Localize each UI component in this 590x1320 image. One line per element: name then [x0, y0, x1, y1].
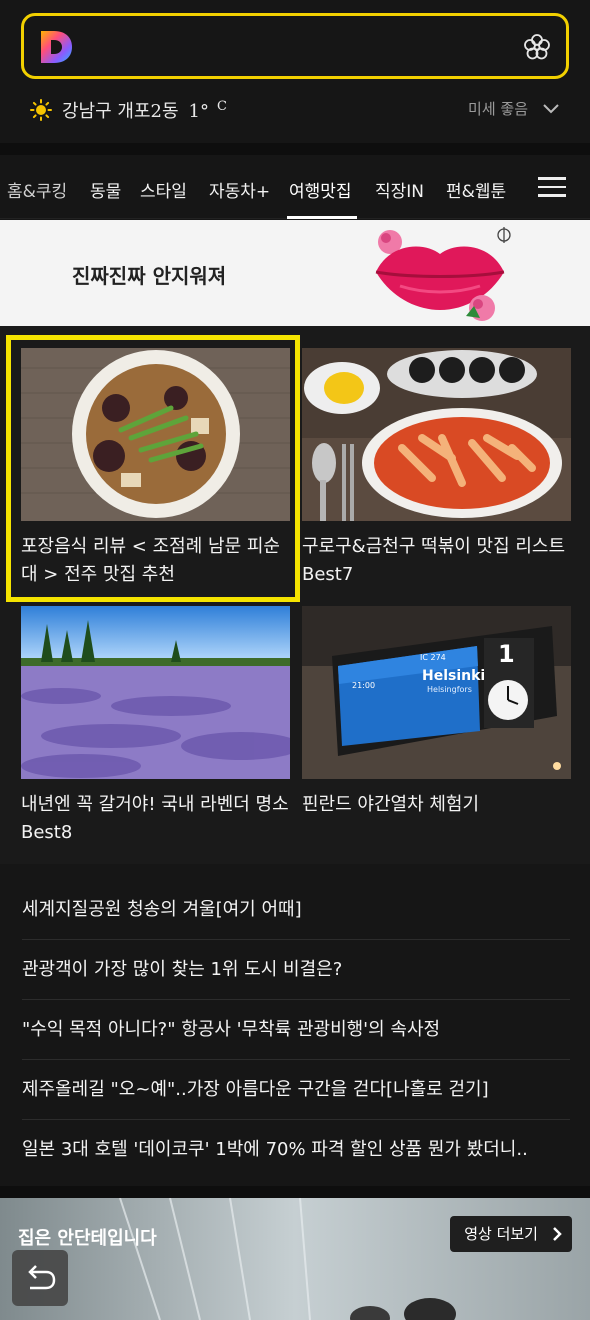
train-number: IC 274: [420, 653, 446, 662]
lips-ad-image: [375, 230, 505, 321]
tab-travel-food[interactable]: 여행맛집: [289, 177, 352, 202]
list-item[interactable]: 세계지질공원 청송의 겨울[여기 어때]: [22, 880, 570, 940]
flower-icon[interactable]: [522, 32, 552, 62]
dust-label: 미세 좋음: [468, 100, 528, 118]
article-title[interactable]: 핀란드 야간열차 체험기: [302, 791, 571, 819]
divider: [0, 143, 590, 155]
tab-home-cooking[interactable]: 홈&쿠킹: [7, 177, 67, 202]
train-time: 21:00: [352, 681, 375, 690]
undo-arrow-icon: [28, 1265, 56, 1290]
list-item[interactable]: 일본 3대 호텔 '데이코쿠' 1박에 70% 파격 할인 상품 뭔가 봤더니.…: [22, 1120, 570, 1180]
tab-cars[interactable]: 자동차+: [209, 177, 270, 202]
train-track: 1: [498, 640, 515, 668]
article-card[interactable]: 내년엔 꼭 갈거야! 국내 라벤더 명소 Best8: [21, 606, 290, 847]
back-button[interactable]: [12, 1250, 68, 1306]
sun-icon: [30, 99, 52, 121]
more-videos-label: 영상 더보기: [464, 1225, 538, 1243]
list-item[interactable]: "수익 목적 아니다?" 항공사 '무착륙 관광비행'의 속사정: [22, 1000, 570, 1060]
divider: [0, 1186, 590, 1198]
tab-webtoon[interactable]: 편&웹툰: [446, 177, 506, 202]
train-destination: Helsinki: [422, 668, 485, 684]
dust-status[interactable]: 미세 좋음: [468, 98, 560, 119]
more-videos-button[interactable]: 영상 더보기: [450, 1216, 572, 1252]
video-title: 집은 안단테입니다: [18, 1228, 157, 1249]
tab-style[interactable]: 스타일: [140, 177, 187, 202]
tab-work[interactable]: 직장IN: [375, 177, 424, 202]
location-text: 강남구 개포2동: [62, 101, 179, 122]
ad-banner[interactable]: 진짜진짜 안지워져: [0, 220, 590, 326]
article-list: 세계지질공원 청송의 겨울[여기 어때] 관광객이 가장 많이 찾는 1위 도시…: [0, 880, 590, 1185]
list-item[interactable]: 관광객이 가장 많이 찾는 1위 도시 비결은?: [22, 940, 570, 1000]
daum-logo-icon[interactable]: [38, 29, 74, 65]
temperature-text: 1° C: [188, 98, 227, 122]
temperature-unit: C: [217, 98, 227, 114]
search-bar[interactable]: [21, 13, 569, 79]
train-departure-board-image: IC 274 Helsinki Helsingfors 21:00 1: [302, 606, 571, 779]
category-tabs: 홈&쿠킹 동물 스타일 자동차+ 여행맛집 직장IN 편&웹툰: [0, 155, 590, 219]
brand-logo-icon: [497, 227, 511, 243]
article-card[interactable]: IC 274 Helsinki Helsingfors 21:00 1 핀란드 …: [302, 606, 571, 819]
video-section[interactable]: 집은 안단테입니다 영상 더보기: [0, 1198, 590, 1320]
chevron-right-icon: [553, 1227, 562, 1241]
article-title[interactable]: 구로구&금천구 떡볶이 맛집 리스트 Best7: [302, 533, 571, 589]
lavender-field-image: [21, 606, 290, 779]
weather-info[interactable]: 강남구 개포2동 1° C: [30, 94, 227, 126]
selection-highlight: [6, 335, 300, 602]
tteokbokki-image: [302, 348, 571, 521]
active-tab-indicator: [287, 216, 357, 219]
article-card[interactable]: 구로구&금천구 떡볶이 맛집 리스트 Best7: [302, 348, 571, 589]
article-title[interactable]: 내년엔 꼭 갈거야! 국내 라벤더 명소 Best8: [21, 791, 290, 847]
list-item[interactable]: 제주올레길 "오~예"..가장 아름다운 구간을 걷다[나홀로 걷기]: [22, 1060, 570, 1120]
chevron-down-icon[interactable]: [542, 103, 560, 115]
hamburger-menu-icon[interactable]: [538, 177, 566, 197]
tab-animals[interactable]: 동물: [90, 177, 121, 202]
ad-headline: 진짜진짜 안지워져: [72, 264, 227, 288]
train-destination-alt: Helsingfors: [427, 685, 472, 694]
